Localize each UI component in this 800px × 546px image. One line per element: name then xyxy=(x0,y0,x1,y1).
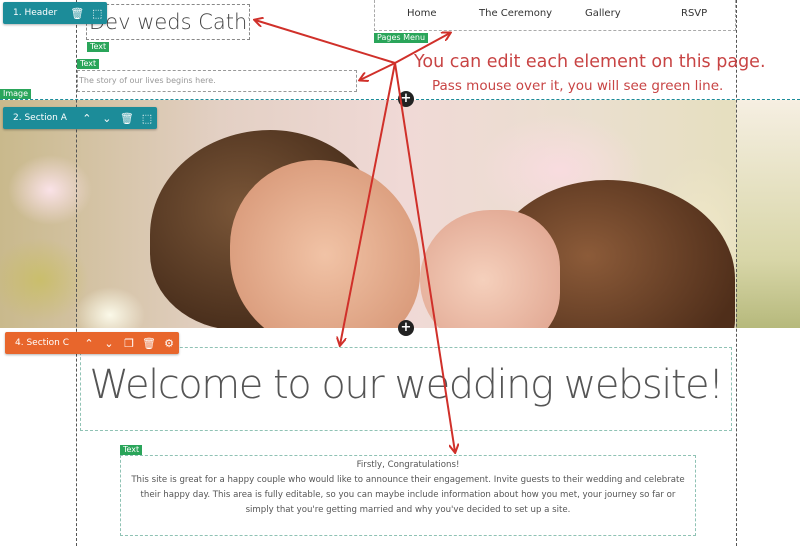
trash-icon[interactable]: 🗑 xyxy=(117,107,137,129)
text-element-tag: Text xyxy=(120,445,143,455)
pages-menu-tag: Pages Menu xyxy=(374,33,429,43)
intro-line: This site is great for a happy couple wh… xyxy=(131,475,685,485)
header-toolbar: 1. Header 🗑 ⬚ xyxy=(3,2,108,24)
bride-face xyxy=(420,210,560,328)
menu-item-gallery[interactable]: Gallery xyxy=(585,8,621,19)
intro-line: their happy day. This area is fully edit… xyxy=(140,490,676,500)
intro-title: Firstly, Congratulations! xyxy=(356,460,460,470)
section-a-toolbar: 2. Section A ⌃ ⌄ 🗑 ⬚ xyxy=(3,107,157,129)
duplicate-icon[interactable]: ❐ xyxy=(119,332,139,354)
header-toolbar-label: 1. Header xyxy=(13,8,58,18)
select-icon[interactable]: ⬚ xyxy=(137,107,157,129)
select-icon[interactable]: ⬚ xyxy=(87,2,107,24)
annotation-line-2: Pass mouse over it, you will see green l… xyxy=(432,78,724,94)
section-a-toolbar-label: 2. Section A xyxy=(13,113,67,123)
annotation-line-1: You can edit each element on this page. xyxy=(414,52,766,72)
image-element-tag: Image xyxy=(0,89,32,99)
chevron-up-icon[interactable]: ⌃ xyxy=(77,107,97,129)
add-section-button[interactable]: + xyxy=(398,320,414,336)
site-title[interactable]: Dev weds Cathy xyxy=(86,4,250,40)
text-element-tag: Text xyxy=(77,59,100,69)
hero-image[interactable] xyxy=(0,100,736,328)
chevron-down-icon[interactable]: ⌄ xyxy=(97,107,117,129)
chevron-up-icon[interactable]: ⌃ xyxy=(79,332,99,354)
menu-item-rsvp[interactable]: RSVP xyxy=(681,8,707,19)
welcome-heading-box[interactable]: Welcome to our wedding website! xyxy=(80,347,732,431)
site-tagline[interactable]: The story of our lives begins here. xyxy=(77,70,357,92)
gear-icon[interactable]: ⚙ xyxy=(159,332,179,354)
groom-face xyxy=(230,160,420,328)
arrow-to-tagline xyxy=(360,62,396,80)
hero-image-edge xyxy=(736,100,800,328)
section-c-toolbar: 4. Section C ⌃ ⌄ ❐ 🗑 ⚙ xyxy=(5,332,180,354)
welcome-heading: Welcome to our wedding website! xyxy=(89,362,724,408)
column-guide-right xyxy=(736,0,737,546)
trash-icon[interactable]: 🗑 xyxy=(139,332,159,354)
section-c-toolbar-label: 4. Section C xyxy=(15,338,70,348)
menu-item-ceremony[interactable]: The Ceremony xyxy=(479,8,552,19)
menu-item-home[interactable]: Home xyxy=(407,8,437,19)
intro-line: simply that you're getting married and w… xyxy=(245,505,571,515)
trash-icon[interactable]: 🗑 xyxy=(67,2,87,24)
intro-text-box[interactable]: Firstly, Congratulations! This site is g… xyxy=(120,455,696,536)
add-section-button[interactable]: + xyxy=(398,91,414,107)
pages-menu: Home The Ceremony Gallery RSVP xyxy=(374,0,736,31)
text-element-tag: Text xyxy=(87,42,110,52)
chevron-down-icon[interactable]: ⌄ xyxy=(99,332,119,354)
